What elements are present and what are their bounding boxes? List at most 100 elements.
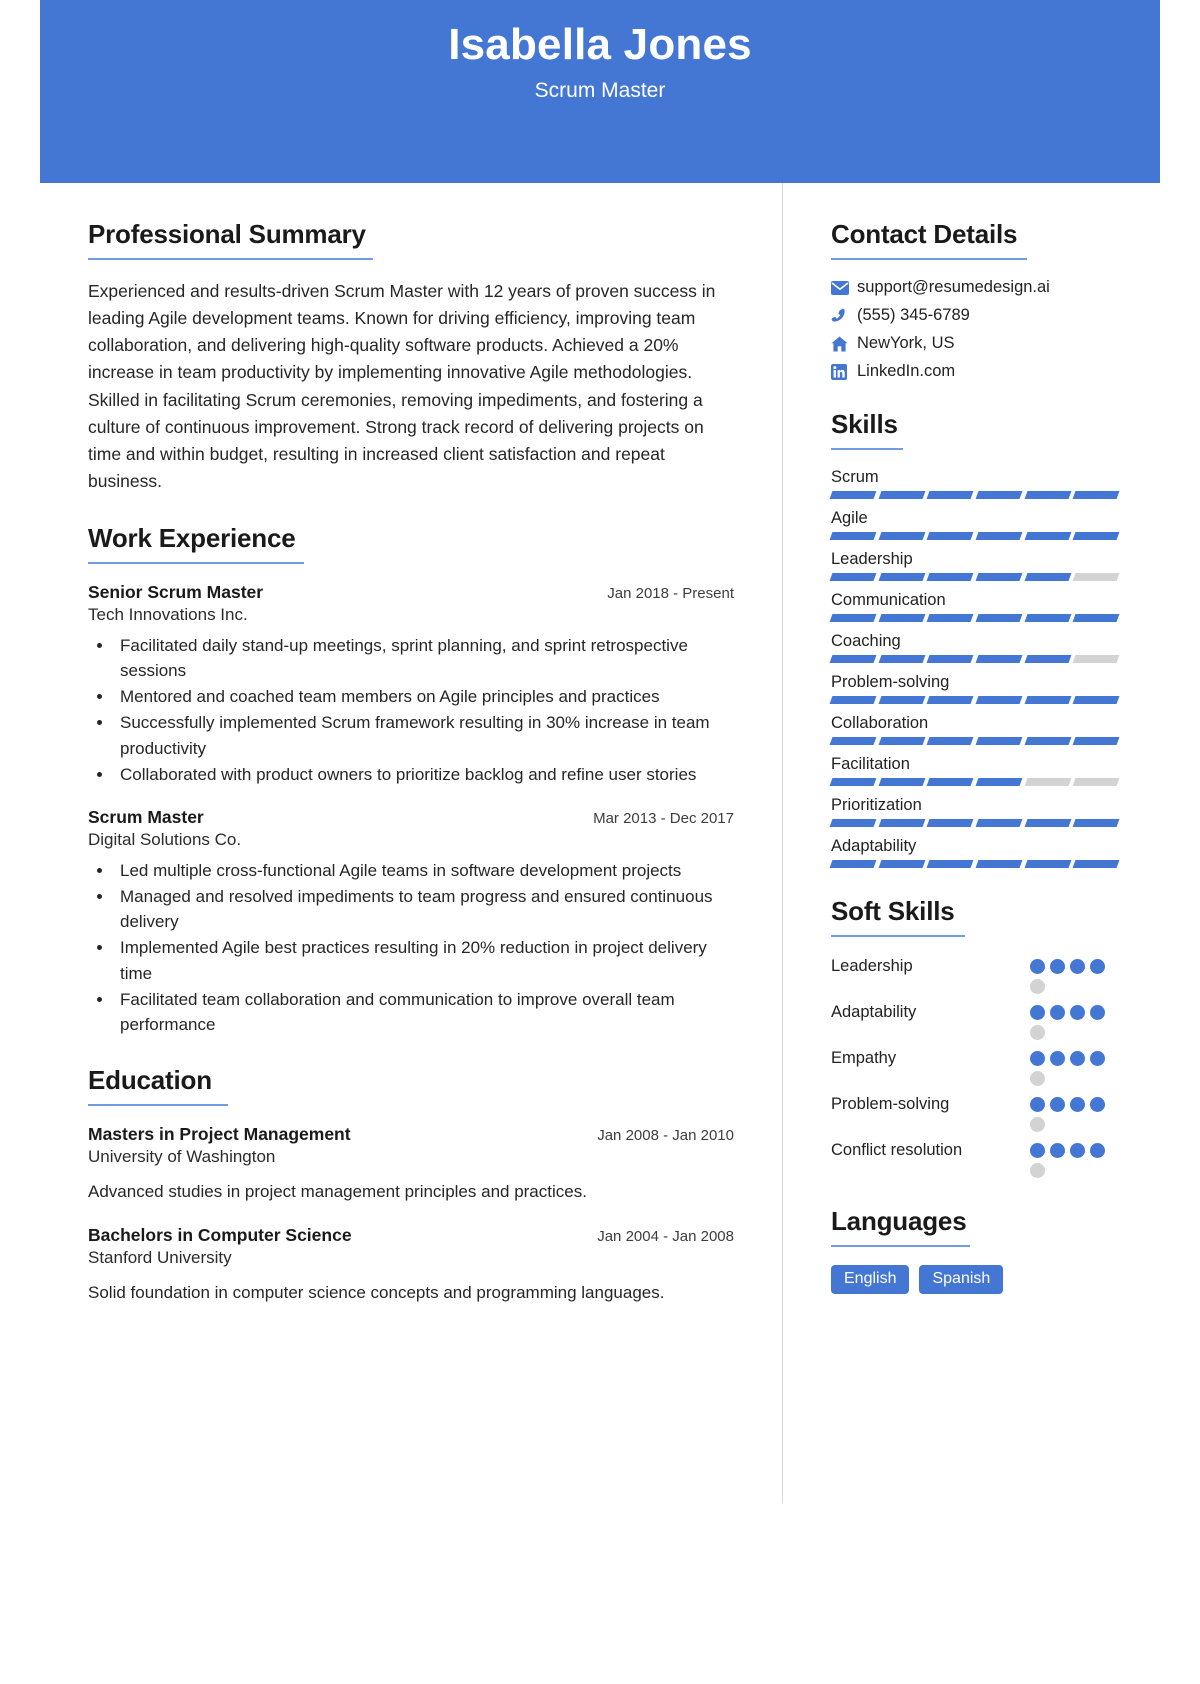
skill-segment [975,860,1023,868]
skill-item: Communication [829,591,1120,622]
rating-dot [1030,1117,1045,1132]
work-entry-head: Scrum Master Mar 2013 - Dec 2017 [88,807,734,828]
skill-segment [829,778,877,786]
education-entry-head: Masters in Project Management Jan 2008 -… [88,1124,734,1145]
work-entry-head: Senior Scrum Master Jan 2018 - Present [88,582,734,603]
skill-rating-bar [829,737,1120,745]
language-chip[interactable]: English [831,1265,910,1294]
section-title-languages: Languages [831,1206,967,1236]
degree-description: Solid foundation in computer science con… [88,1282,665,1302]
rating-dot [1070,1051,1085,1066]
rating-dot [1070,1005,1085,1020]
skills-list: Scrum Agile Leadership Communication Coachin… [829,468,1120,868]
contact-item-email[interactable]: support@resumedesign.ai [831,278,1118,297]
job-bullets: Led multiple cross-functional Agile team… [114,858,734,1037]
job-bullets: Facilitated daily stand-up meetings, spr… [114,633,734,787]
skill-segment [1024,491,1071,499]
skill-segment [975,573,1023,581]
rating-dot [1090,959,1105,974]
linkedin-icon [831,363,857,380]
soft-skill-label: Empathy [831,1049,897,1067]
list-item: Led multiple cross-functional Agile team… [114,858,734,883]
section-underline [831,1245,970,1247]
rating-dot [1030,1143,1045,1158]
skill-label: Coaching [831,632,901,650]
skill-label: Facilitation [831,755,910,773]
soft-skill-rating-dots [1030,1093,1118,1132]
skill-item: Facilitation [829,755,1120,786]
skill-label: Communication [831,591,946,609]
languages-list: English Spanish [831,1265,1118,1294]
section-languages: Languages English Spanish [831,1206,1118,1294]
skill-segment [878,573,925,581]
skill-segment [878,860,925,868]
section-skills: Skills Scrum Agile Leadership Communication… [829,409,1120,868]
rating-dot [1050,959,1065,974]
skill-segment [878,737,925,745]
soft-skill-rating-dots [1030,1001,1118,1040]
skill-label: Scrum [831,468,879,486]
degree-date: Jan 2004 - Jan 2008 [597,1227,734,1245]
contact-phone-value: (555) 345-6789 [857,306,970,324]
rating-dot [1030,1097,1045,1112]
skill-segment [926,737,974,745]
contact-email-value: support@resumedesign.ai [857,278,1050,296]
skill-label: Problem-solving [831,673,950,691]
rating-dot [1030,1005,1045,1020]
skill-item: Agile [829,509,1120,540]
contact-item-linkedin[interactable]: LinkedIn.com [831,362,1118,381]
degree-description: Advanced studies in project management p… [88,1182,587,1202]
skill-rating-bar [829,614,1120,622]
section-underline [88,258,373,260]
skill-segment [1024,573,1071,581]
section-title-soft-skills: Soft Skills [831,896,955,926]
section-professional-summary: Professional Summary Experienced and res… [88,219,734,495]
skill-segment [926,655,974,663]
section-contact-details: Contact Details support@resumedesign.ai … [831,219,1118,381]
skill-label: Prioritization [831,796,922,814]
resume-header: Isabella Jones Scrum Master [40,0,1160,183]
skill-segment [975,614,1023,622]
degree-date: Jan 2008 - Jan 2010 [597,1127,734,1145]
contact-item-phone[interactable]: (555) 345-6789 [831,306,1118,325]
skill-segment [1024,778,1071,786]
skill-segment [1072,614,1120,622]
skill-segment [975,819,1023,827]
skill-segment [1024,737,1071,745]
list-item: Collaborated with product owners to prio… [114,762,734,787]
resume-page: Isabella Jones Scrum Master Professional… [40,0,1160,1503]
skill-segment [1072,778,1120,786]
skill-segment [975,778,1023,786]
skill-segment [975,532,1023,540]
skill-segment [1072,696,1120,704]
skill-item: Scrum [829,468,1120,499]
skill-rating-bar [829,655,1120,663]
job-company: Digital Solutions Co. [88,829,242,849]
skill-item: Adaptability [829,837,1120,868]
skill-segment [926,573,974,581]
left-column: Professional Summary Experienced and res… [40,183,782,1503]
rating-dot [1090,1143,1105,1158]
skill-rating-bar [829,819,1120,827]
skill-segment [975,491,1023,499]
list-item: Facilitated daily stand-up meetings, spr… [114,633,734,683]
skill-segment [1024,696,1071,704]
skill-segment [975,696,1023,704]
rating-dot [1070,1097,1085,1112]
skill-segment [926,696,974,704]
contact-item-location[interactable]: NewYork, US [831,334,1118,353]
skill-rating-bar [829,696,1120,704]
skill-segment [829,532,877,540]
skill-segment [829,491,877,499]
language-chip[interactable]: Spanish [919,1265,1004,1294]
skill-rating-bar [829,573,1120,581]
skill-segment [926,819,974,827]
skill-segment [829,614,877,622]
job-date: Mar 2013 - Dec 2017 [593,809,734,827]
skill-item: Prioritization [829,796,1120,827]
rating-dot [1030,1025,1045,1040]
work-entry: Scrum Master Mar 2013 - Dec 2017 Digital… [88,807,734,1037]
soft-skill-label: Problem-solving [831,1095,950,1113]
rating-dot [1050,1097,1065,1112]
job-title: Senior Scrum Master [88,582,264,602]
